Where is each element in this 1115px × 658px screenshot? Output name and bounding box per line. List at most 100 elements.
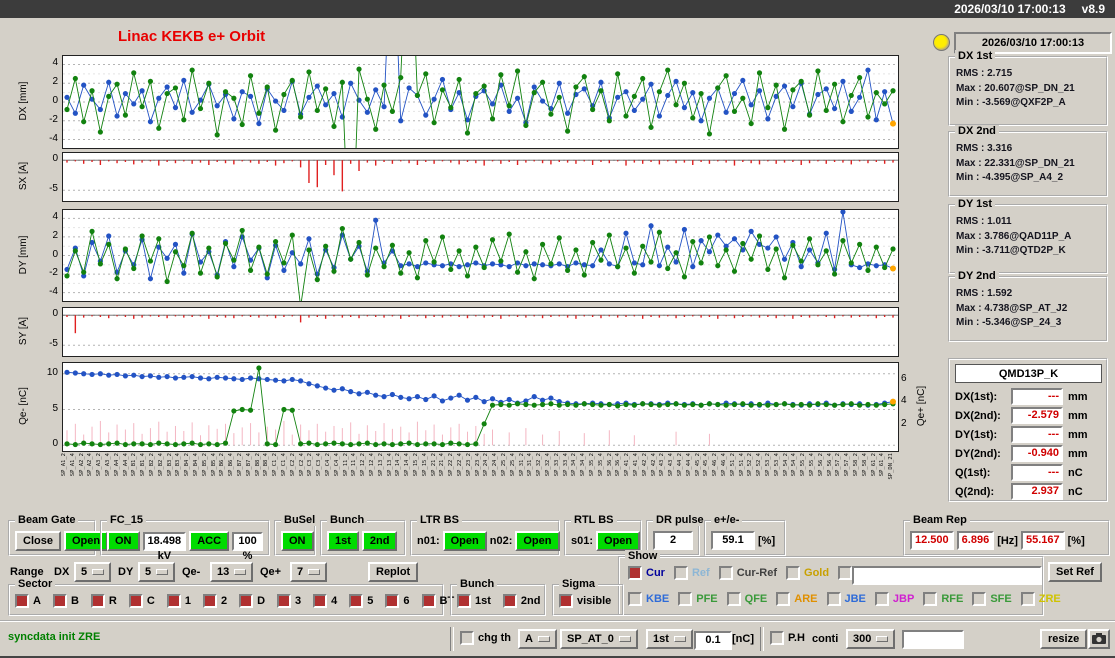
checkbox-visible[interactable]: visible	[559, 594, 611, 608]
rms-value: RMS : 1.011	[956, 216, 1012, 227]
checkbox-jbp[interactable]: JBP	[874, 592, 915, 606]
replot-button[interactable]: Replot	[368, 562, 419, 582]
x-axis-label: SP_58_4	[861, 453, 868, 477]
conti-count-dropdown[interactable]: 300	[846, 629, 896, 649]
checkbox-gold[interactable]: Gold	[786, 566, 829, 580]
checkbox-label: B	[70, 595, 79, 607]
chg-th-checkbox[interactable]: chg th	[460, 631, 511, 645]
fc15-on-button[interactable]: ON	[107, 531, 140, 551]
separator	[450, 627, 454, 651]
ph-checkbox[interactable]: P.H	[770, 631, 805, 645]
checkbox-indicator	[128, 594, 143, 608]
y-tick-label: 0	[52, 153, 58, 165]
checkbox-indicator	[385, 594, 400, 608]
checkbox-label: Gold	[804, 567, 830, 579]
checkbox-kbe[interactable]: KBE	[628, 592, 669, 606]
x-axis-label: SP_A3_2	[96, 453, 103, 477]
checkbox-d[interactable]: D	[239, 594, 265, 608]
titlebar-version: v8.9	[1081, 2, 1105, 16]
status-bar: syncdata init ZRE chg th A SP_AT_0 1st 0…	[0, 620, 1115, 656]
checkbox-3[interactable]: 3	[277, 594, 301, 608]
checkbox-are[interactable]: ARE	[776, 592, 818, 606]
x-axis-label: SP_11_4	[351, 453, 358, 477]
q-axis-label: Qe- [nC]	[18, 387, 29, 425]
checkbox-4[interactable]: 4	[313, 594, 337, 608]
max-value: Max : 4.738@SP_AT_J2	[956, 302, 1068, 314]
checkbox-jbe[interactable]: JBE	[826, 592, 866, 606]
range-dy-dropdown[interactable]: 5	[138, 562, 176, 582]
range-qep-dropdown[interactable]: 7	[290, 562, 328, 582]
checkbox-indicator	[166, 594, 181, 608]
checkbox-zre[interactable]: ZRE	[1020, 592, 1061, 606]
checkbox-r[interactable]: R	[90, 594, 117, 608]
checkbox-6[interactable]: 6	[385, 594, 410, 608]
range-qem-dropdown[interactable]: 13	[210, 562, 254, 582]
x-axis-label: SP_C2_2	[289, 453, 296, 477]
fc15-acc-button[interactable]: ACC	[189, 531, 230, 551]
checkbox-2[interactable]: 2	[202, 594, 227, 608]
checkbox-indicator	[239, 594, 254, 608]
sector-dropdown[interactable]: A	[518, 629, 557, 649]
checkbox-rfe[interactable]: RFE	[923, 592, 963, 606]
group-title: BuSel	[281, 514, 319, 526]
checkbox-c[interactable]: C	[128, 594, 155, 608]
checkbox-5[interactable]: 5	[349, 594, 373, 608]
rtl-s01-open-button[interactable]: Open	[596, 531, 641, 551]
x-axis-labels: SP_A1_2 SP_A1_4 SP_A2_2 SP_A2_4 SP_A3_2 SP_A3…	[8, 452, 938, 512]
checkbox-sfe[interactable]: SFE	[972, 592, 1012, 606]
checkbox-label: JBP	[892, 593, 915, 605]
range-dx-dropdown[interactable]: 5	[74, 562, 112, 582]
checkbox-cur-ref[interactable]: Cur-Ref	[718, 566, 777, 580]
monitor-row-unit: mm	[1068, 447, 1088, 460]
titlebar-datetime: 2026/03/10 17:00:13	[954, 2, 1066, 16]
checkbox-qfe[interactable]: QFE	[726, 592, 767, 606]
y-tick-label-right: 6	[901, 372, 907, 384]
dropdown-indicator-icon	[234, 569, 247, 575]
x-axis-label: SP_B4_2	[184, 453, 191, 477]
fc15-percent-display: 100 %	[232, 531, 263, 562]
checkbox-2nd[interactable]: 2nd	[502, 594, 540, 608]
checkbox-a[interactable]: A	[15, 594, 41, 608]
bunch-dropdown[interactable]: 1st	[646, 629, 693, 649]
screenshot-button[interactable]	[1088, 629, 1110, 649]
min-value: Min : -5.346@SP_24_3	[956, 317, 1062, 328]
checkbox-1st[interactable]: 1st	[457, 594, 491, 608]
aux-input[interactable]	[902, 630, 964, 649]
checkbox-pfe[interactable]: PFE	[678, 592, 718, 606]
status-message: syncdata init ZRE	[8, 631, 101, 643]
ltr-n02-open-button[interactable]: Open	[515, 531, 560, 551]
monitor-panel: QMD13P_K DX(1st): --- mm DX(2nd): -2.579 mm …	[948, 358, 1108, 502]
checkbox-b[interactable]: B	[52, 594, 79, 608]
checkbox-label: Cur	[646, 567, 665, 579]
ref-file-input[interactable]	[852, 566, 1042, 585]
bunch-2nd-button[interactable]: 2nd	[361, 531, 398, 551]
x-axis-label: SP_B5_4	[210, 453, 217, 477]
checkbox-cur[interactable]: Cur	[628, 566, 665, 580]
ltr-n01-open-button[interactable]: Open	[442, 531, 487, 551]
monitor-row-unit: mm	[1068, 390, 1088, 403]
bunch-1st-button[interactable]: 1st	[327, 531, 359, 551]
y-tick-label: -5	[49, 183, 58, 195]
beam-rep-value3: 55.167	[1020, 531, 1065, 550]
checkbox-ref[interactable]: Ref	[673, 566, 710, 580]
threshold-field[interactable]: 0.1	[694, 631, 732, 650]
y-tick-label: 2	[52, 76, 58, 88]
monitor-row-value: ---	[1011, 388, 1063, 405]
x-axis-label: SP_C3_2	[307, 453, 314, 477]
beam-gate-close-button[interactable]: Close	[15, 531, 61, 551]
busel-on-button[interactable]: ON	[281, 531, 314, 551]
plot-row-sy: SY [A] 0 -5	[8, 307, 942, 357]
resize-button[interactable]: resize	[1040, 629, 1088, 649]
dy-plot-area	[62, 209, 899, 302]
checkbox-indicator	[972, 592, 987, 606]
checkbox-indicator	[776, 592, 791, 606]
bpm-dropdown[interactable]: SP_AT_0	[560, 629, 638, 649]
checkbox-indicator	[874, 592, 889, 606]
checkbox-indicator	[786, 566, 801, 580]
group-title: e+/e-	[711, 514, 743, 526]
q-right-axis-label: Qe+ [nC]	[916, 385, 927, 427]
set-ref-button[interactable]: Set Ref	[1048, 562, 1102, 582]
range-dx-value: 5	[81, 566, 88, 578]
group-title: Sigma	[559, 578, 599, 590]
checkbox-1[interactable]: 1	[166, 594, 191, 608]
